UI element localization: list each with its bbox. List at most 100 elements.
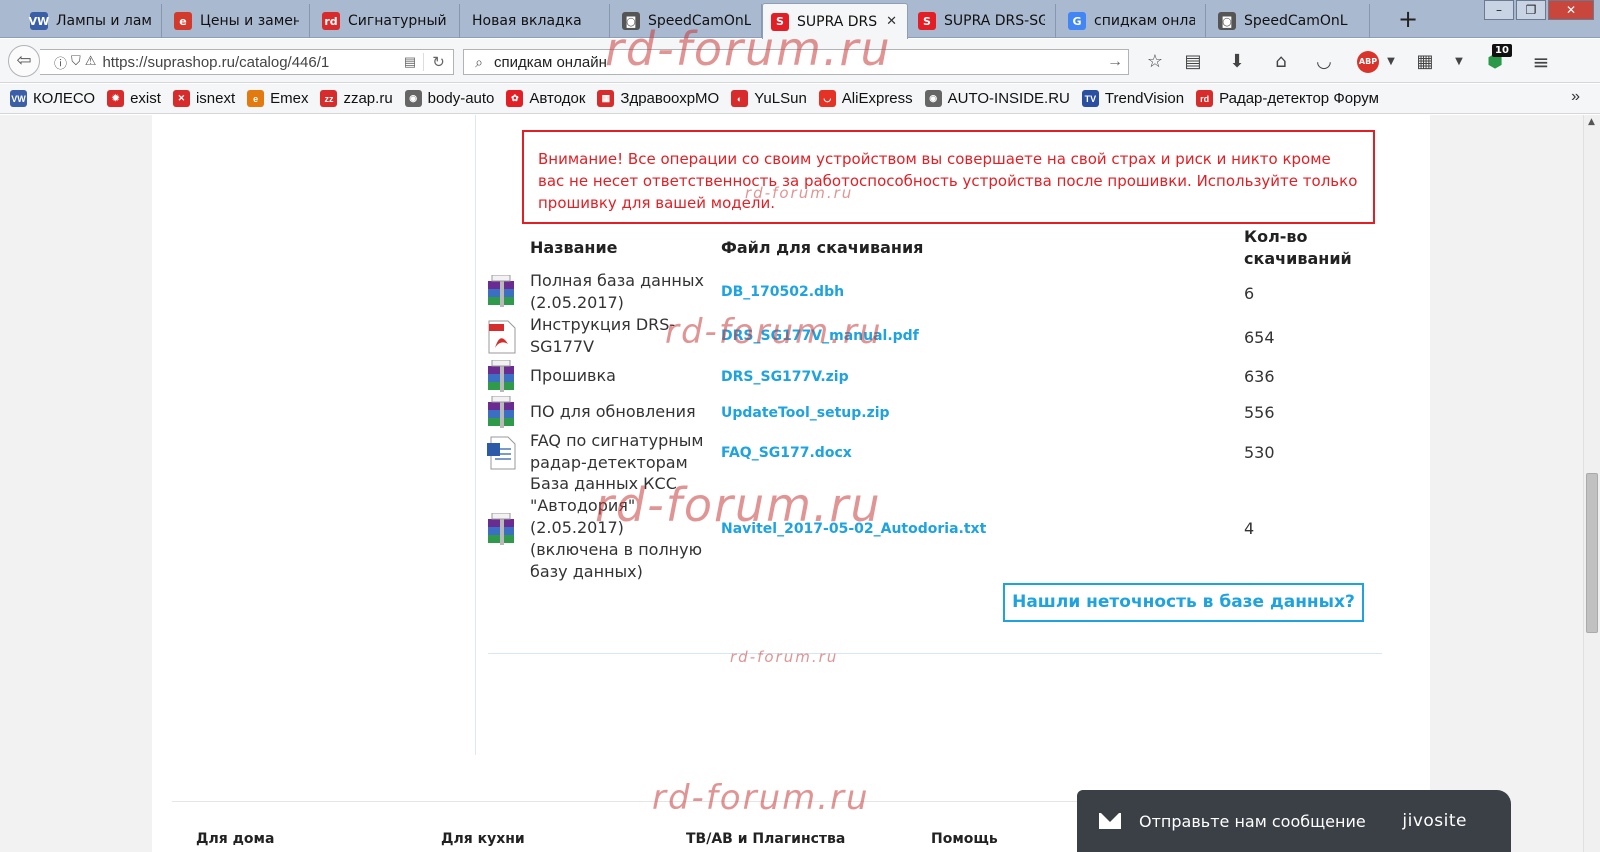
browser-tab[interactable]: Новая вкладка xyxy=(464,4,610,38)
back-button[interactable]: ⇦ xyxy=(8,45,40,77)
bookmark-label: YuLSun xyxy=(754,90,807,107)
reader-view-icon[interactable]: ▤ xyxy=(397,54,423,70)
bookmark-label: exist xyxy=(130,90,161,107)
info-icon: ⓘ xyxy=(54,55,68,71)
minimize-button[interactable]: – xyxy=(1484,0,1514,20)
library-icon[interactable]: ▤ xyxy=(1180,49,1206,75)
browser-tab[interactable]: ◙ SpeedCamOnL xyxy=(614,4,762,38)
extension-badge: 10 xyxy=(1492,44,1512,57)
footer-col-tv: ТВ/АВ и Плагинства xyxy=(686,831,846,847)
download-link[interactable]: DB_170502.dbh xyxy=(721,284,844,300)
bookmark-item[interactable]: VW КОЛЕСО xyxy=(10,90,95,107)
search-bar[interactable]: ⌕ спидкам онлайн → xyxy=(463,49,1129,75)
window-controls: – ❐ ✕ xyxy=(1482,0,1594,20)
envelope-icon xyxy=(1099,813,1121,829)
site-info-icons[interactable]: ⓘ ⛉ ⚠ xyxy=(40,53,102,72)
new-tab-button[interactable]: + xyxy=(1394,6,1422,34)
aliexpress-icon: ◡ xyxy=(818,90,836,107)
tab-label: SUPRA DRS-SG xyxy=(944,13,1045,29)
window-close-button[interactable]: ✕ xyxy=(1548,0,1594,20)
download-count: 6 xyxy=(1244,284,1255,303)
tab-label: спидкам онла xyxy=(1094,13,1195,29)
header-count: Кол-во скачиваний xyxy=(1244,227,1352,268)
browser-tab[interactable]: S SUPRA DRS-SG xyxy=(910,4,1056,38)
shield-icon: ⛉ xyxy=(71,52,81,68)
bookmark-item[interactable]: TV TrendVision xyxy=(1081,90,1184,107)
home-icon[interactable]: ⌂ xyxy=(1268,49,1294,75)
browser-tab[interactable]: ◙ SpeedCamOnL xyxy=(1210,4,1370,38)
tab-label: Цены и замен xyxy=(200,13,299,29)
bookmarks-overflow-icon[interactable]: » xyxy=(1571,88,1580,106)
chat-label: Отправьте нам сообщение xyxy=(1139,811,1366,831)
bookmark-label: AUTO-INSIDE.RU xyxy=(947,90,1070,107)
hamburger-menu-icon[interactable]: ≡ xyxy=(1528,49,1554,75)
file-title: База данных КСС "Автодория" (2.05.2017) … xyxy=(530,474,703,581)
reload-icon[interactable]: ↻ xyxy=(423,53,453,71)
report-error-button[interactable]: Нашли неточность в базе данных? xyxy=(1003,583,1364,622)
vw-icon: VW xyxy=(29,12,49,30)
supra-icon: S xyxy=(918,12,936,30)
adblock-dropdown-icon[interactable]: ▼ xyxy=(1378,49,1404,75)
isnext-icon: ✕ xyxy=(172,90,190,107)
rar-icon xyxy=(486,512,518,547)
footer-col-kitchen: Для кухни xyxy=(441,831,525,847)
search-input[interactable]: спидкам онлайн xyxy=(494,54,1102,71)
tab-label: SpeedCamOnL xyxy=(1244,13,1348,29)
pocket-icon[interactable]: ◡ xyxy=(1311,49,1337,75)
chat-widget[interactable]: Отправьте нам сообщение jivosite xyxy=(1077,790,1511,852)
globe-icon: ◉ xyxy=(924,90,942,107)
file-title: Инструкция DRS-SG177V xyxy=(530,315,676,356)
adblock-icon[interactable]: ABP xyxy=(1357,51,1379,73)
address-bar[interactable]: ⓘ ⛉ ⚠ https://suprashop.ru/catalog/446/1 ▤… xyxy=(40,49,454,75)
bookmark-item[interactable]: ◉ body-auto xyxy=(404,90,495,107)
bookmark-item[interactable]: ◡ AliExpress xyxy=(818,90,913,107)
bookmark-label: Радар-детектор Форум xyxy=(1219,90,1379,107)
maximize-button[interactable]: ❐ xyxy=(1516,0,1546,20)
star-icon[interactable]: ☆ xyxy=(1142,49,1168,75)
download-icon[interactable]: ⬇ xyxy=(1224,49,1250,75)
download-link[interactable]: DRS_SG177V_manual.pdf xyxy=(721,328,919,344)
file-title: Прошивка xyxy=(530,366,616,385)
bookmark-item[interactable]: ◉ AUTO-INSIDE.RU xyxy=(924,90,1070,107)
bookmark-item[interactable]: ✹ exist xyxy=(107,90,161,107)
bookmark-item[interactable]: zz zzap.ru xyxy=(320,90,393,107)
bookmark-item[interactable]: ✿ Автодок xyxy=(506,90,585,107)
pdf-icon xyxy=(486,320,518,354)
tab-close-icon[interactable]: ✕ xyxy=(886,14,897,29)
bookmark-item[interactable]: e Emex xyxy=(247,90,308,107)
browser-tab[interactable]: Gспидкам онла xyxy=(1060,4,1206,38)
download-count: 556 xyxy=(1244,403,1275,422)
bookmark-item[interactable]: ✕ isnext xyxy=(172,90,235,107)
bookmark-label: body-auto xyxy=(427,90,495,107)
exist-icon: ✹ xyxy=(107,90,125,107)
tab-label: Новая вкладка xyxy=(472,13,582,29)
bookmark-label: ЗдравоохрМО xyxy=(620,90,720,107)
scrollbar-thumb[interactable] xyxy=(1586,473,1598,633)
footer-col-home: Для дома xyxy=(196,831,275,847)
extension-icon[interactable]: ▦ xyxy=(1412,49,1438,75)
bookmark-item[interactable]: rd Радар-детектор Форум xyxy=(1196,90,1379,107)
e-icon: e xyxy=(174,12,192,30)
download-link[interactable]: Navitel_2017-05-02_Autodoria.txt xyxy=(721,521,986,537)
browser-tab[interactable]: rd Сигнатурный р xyxy=(314,4,460,38)
browser-tab[interactable]: S SUPRA DRS ✕ xyxy=(762,3,908,39)
scroll-up-icon[interactable]: ▲ xyxy=(1588,117,1595,127)
search-go-icon[interactable]: → xyxy=(1102,53,1128,71)
bookmark-item[interactable]: ◐ YuLSun xyxy=(731,90,807,107)
bookmark-item[interactable]: ▦ ЗдравоохрМО xyxy=(597,90,719,107)
rd-icon: rd xyxy=(1196,90,1214,107)
file-title: Полная база данных (2.05.2017) xyxy=(530,271,704,312)
page-scrollbar[interactable]: ▲ xyxy=(1583,115,1600,852)
nav-toolbar: ⇦ ⓘ ⛉ ⚠ https://suprashop.ru/catalog/446/1… xyxy=(0,39,1600,83)
overflow-dropdown-icon[interactable]: ▼ xyxy=(1446,49,1472,75)
download-link[interactable]: FAQ_SG177.docx xyxy=(721,445,852,461)
download-link[interactable]: DRS_SG177V.zip xyxy=(721,369,849,385)
tab-label: Лампы и ламп xyxy=(56,13,151,29)
browser-tab[interactable]: VW Лампы и ламп xyxy=(22,4,162,38)
download-link[interactable]: UpdateTool_setup.zip xyxy=(721,405,890,421)
file-title: FAQ по сигнатурным радар-детекторам xyxy=(530,431,704,472)
url-text[interactable]: https://suprashop.ru/catalog/446/1 xyxy=(102,54,397,71)
download-count: 654 xyxy=(1244,328,1275,347)
browser-tab[interactable]: e Цены и замен xyxy=(166,4,310,38)
vw-icon: VW xyxy=(10,90,27,107)
